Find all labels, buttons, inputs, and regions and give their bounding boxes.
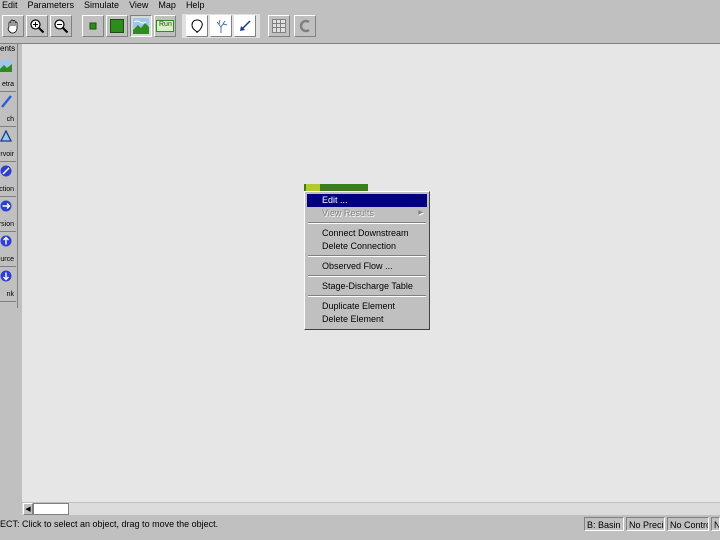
connect-tool-button[interactable] [234,15,256,37]
menu-separator [308,295,426,297]
palette-item-reservoir[interactable]: ervoir [0,128,16,162]
subbasin-tool-button[interactable] [186,15,208,37]
menu-map[interactable]: Map [158,0,176,10]
menu-item-view-results[interactable]: View Results ▶ [307,207,427,220]
palette-gutter [0,308,22,502]
menu-bar: Edit Parameters Simulate View Map Help [0,0,720,10]
scrollbar-thumb[interactable] [33,503,69,515]
connect-arrow-icon [240,20,251,31]
menu-simulate[interactable]: Simulate [84,0,119,10]
refresh-button[interactable] [294,15,316,37]
large-square-icon [110,19,124,33]
zoom-in-button[interactable] [26,15,48,37]
palette-item-source[interactable]: urce [0,233,16,267]
menu-item-edit[interactable]: Edit ... [307,194,427,207]
menu-parameters[interactable]: Parameters [28,0,75,10]
pan-button[interactable] [2,15,24,37]
reservoir-icon [0,130,12,142]
window-bottom-edge [0,533,720,540]
menu-item-delete-connection[interactable]: Delete Connection [307,240,427,253]
palette-label-diversion: ersion [0,221,14,228]
status-bar: ECT: Click to select an object, drag to … [0,515,720,533]
palette-label-junction: ction [0,186,14,193]
source-icon [0,235,12,247]
element-context-menu: Edit ... View Results ▶ Connect Downstre… [304,191,430,330]
menu-edit[interactable]: Edit [2,0,18,10]
menu-separator [308,255,426,257]
menu-item-observed-flow[interactable]: Observed Flow ... [307,260,427,273]
stream-network-icon [216,19,228,33]
zoom-in-icon [30,19,45,34]
palette-item-reach[interactable]: ch [0,93,16,127]
diversion-icon [0,200,12,212]
element-icon [306,184,320,191]
map-view-button[interactable] [130,15,152,37]
palette-label-sink: nk [6,291,14,298]
menu-separator [308,275,426,277]
grid-icon [272,19,286,33]
zoom-out-icon [54,19,69,34]
palette-label-subbasin: etra [1,81,14,88]
menu-item-duplicate-element[interactable]: Duplicate Element [307,300,427,313]
sink-icon [0,270,12,282]
status-basin: B: Basin 1 [584,517,624,531]
run-label: Run [159,21,172,28]
junction-icon [0,165,12,177]
palette-header: ents [0,44,16,53]
element-palette: ents etra ch ervoir ction ersion [0,44,18,308]
menu-item-delete-element[interactable]: Delete Element [307,313,427,326]
palette-label-source: urce [0,256,14,263]
palette-item-sink[interactable]: nk [0,268,16,302]
palette-label-reservoir: ervoir [0,151,14,158]
menu-help[interactable]: Help [186,0,205,10]
landscape-icon [133,18,149,34]
horizontal-scrollbar[interactable]: ◀ [22,502,720,515]
palette-item-subbasin[interactable]: etra [0,58,16,92]
scroll-left-button[interactable]: ◀ [23,503,33,515]
palette-item-diversion[interactable]: ersion [0,198,16,232]
small-square-icon [89,22,97,30]
hand-icon [7,19,18,34]
menu-item-stage-discharge-table[interactable]: Stage-Discharge Table [307,280,427,293]
large-element-button[interactable] [106,15,128,37]
menu-item-view-results-label: View Results [322,208,374,218]
submenu-arrow-icon: ▶ [418,210,423,216]
small-element-button[interactable] [82,15,104,37]
reach-icon [1,95,12,108]
stream-tool-button[interactable] [210,15,232,37]
menu-item-connect-downstream[interactable]: Connect Downstream [307,227,427,240]
status-control: No Control [667,517,709,531]
grid-button[interactable] [268,15,290,37]
zoom-out-button[interactable] [50,15,72,37]
run-button[interactable]: Run [154,15,176,37]
menu-view[interactable]: View [129,0,148,10]
toolbar: Run [0,10,720,44]
palette-label-reach: ch [6,116,14,123]
arrow-left-icon: ◀ [25,506,31,513]
palette-item-junction[interactable]: ction [0,163,16,197]
refresh-icon [299,19,310,33]
basin-outline-icon [191,19,203,33]
menu-separator [308,222,426,224]
status-message: ECT: Click to select an object, drag to … [0,519,219,529]
subbasin-icon [0,60,12,72]
status-precip: No Precip [626,517,665,531]
status-extra: N [711,517,720,531]
